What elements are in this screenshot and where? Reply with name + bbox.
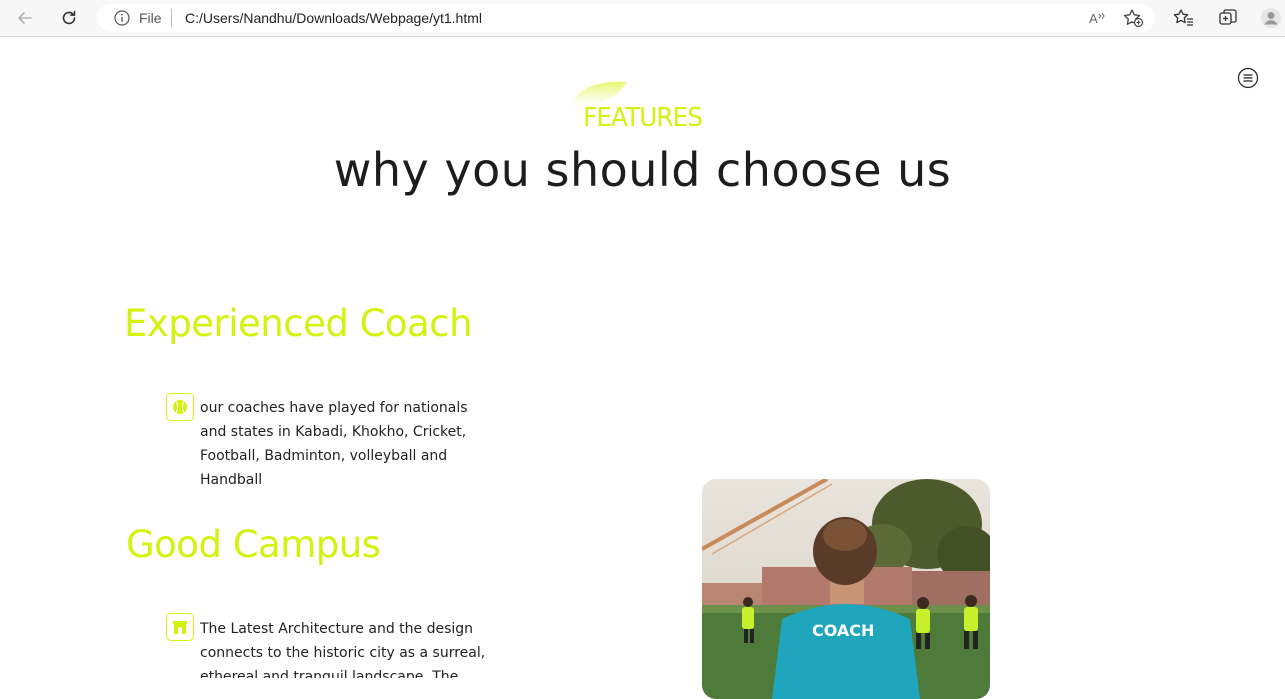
profile-icon[interactable] bbox=[1260, 7, 1282, 29]
feature-title-experienced-coach: Experienced Coach bbox=[124, 302, 473, 345]
favorites-icon[interactable] bbox=[1173, 7, 1195, 29]
feature-description: The Latest Architecture and the design c… bbox=[200, 621, 486, 678]
svg-text:A: A bbox=[1089, 11, 1098, 26]
section-kicker: FEATURES bbox=[583, 103, 703, 133]
add-favorite-icon[interactable] bbox=[1122, 8, 1144, 28]
feature-title-good-campus: Good Campus bbox=[126, 523, 381, 566]
feature-description: our coaches have played for nationals an… bbox=[200, 400, 468, 488]
section-kicker-wrap: FEATURES bbox=[0, 78, 1285, 133]
read-aloud-icon[interactable]: A bbox=[1087, 8, 1107, 28]
coach-photo: COACH bbox=[702, 479, 990, 699]
back-button[interactable] bbox=[12, 6, 38, 30]
jersey-text: COACH bbox=[812, 621, 874, 640]
file-label: File bbox=[139, 10, 162, 26]
page-title: why you should choose us bbox=[333, 143, 952, 197]
feature-icon-box bbox=[166, 393, 194, 421]
coach-photo-illustration: COACH bbox=[702, 479, 990, 699]
collections-icon[interactable] bbox=[1217, 7, 1239, 29]
url-text[interactable]: C:/Users/Nandhu/Downloads/Webpage/yt1.ht… bbox=[185, 10, 482, 26]
feature-icon-box bbox=[166, 613, 194, 641]
browser-toolbar: File C:/Users/Nandhu/Downloads/Webpage/y… bbox=[0, 0, 1285, 37]
address-divider bbox=[171, 9, 172, 27]
refresh-icon bbox=[62, 10, 76, 25]
address-bar[interactable]: File C:/Users/Nandhu/Downloads/Webpage/y… bbox=[97, 4, 1155, 32]
archway-icon bbox=[173, 621, 187, 634]
refresh-button[interactable] bbox=[56, 6, 82, 30]
tennis-ball-icon bbox=[173, 400, 187, 414]
arrow-left-icon bbox=[18, 12, 32, 24]
info-icon[interactable] bbox=[114, 10, 130, 26]
